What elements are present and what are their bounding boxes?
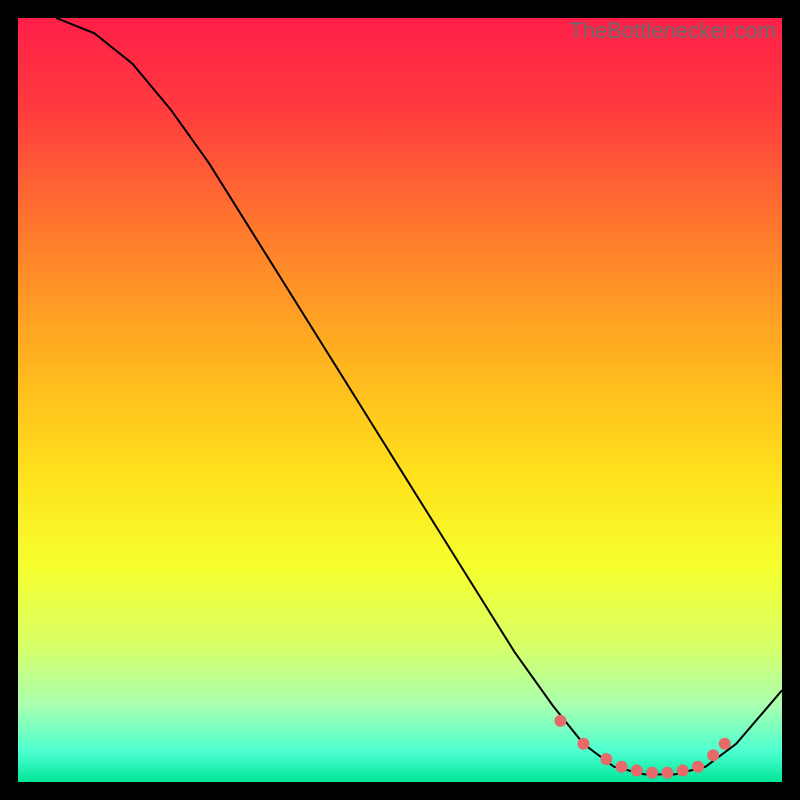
highlight-dot — [577, 738, 589, 750]
highlight-dot — [600, 753, 612, 765]
highlight-dot — [677, 765, 689, 777]
highlight-dot — [692, 761, 704, 773]
chart-frame: TheBottlenecker.com — [0, 0, 800, 800]
chart-plot-area: TheBottlenecker.com — [18, 18, 782, 782]
highlight-dot — [661, 767, 673, 779]
gradient-background — [18, 18, 782, 782]
highlight-dot — [616, 761, 628, 773]
highlight-dot — [707, 749, 719, 761]
highlight-dot — [646, 767, 658, 779]
highlight-dot — [554, 715, 566, 727]
highlight-dot — [719, 738, 731, 750]
highlight-dot — [631, 765, 643, 777]
chart-svg: TheBottlenecker.com — [18, 18, 782, 782]
watermark-text: TheBottlenecker.com — [569, 18, 776, 43]
